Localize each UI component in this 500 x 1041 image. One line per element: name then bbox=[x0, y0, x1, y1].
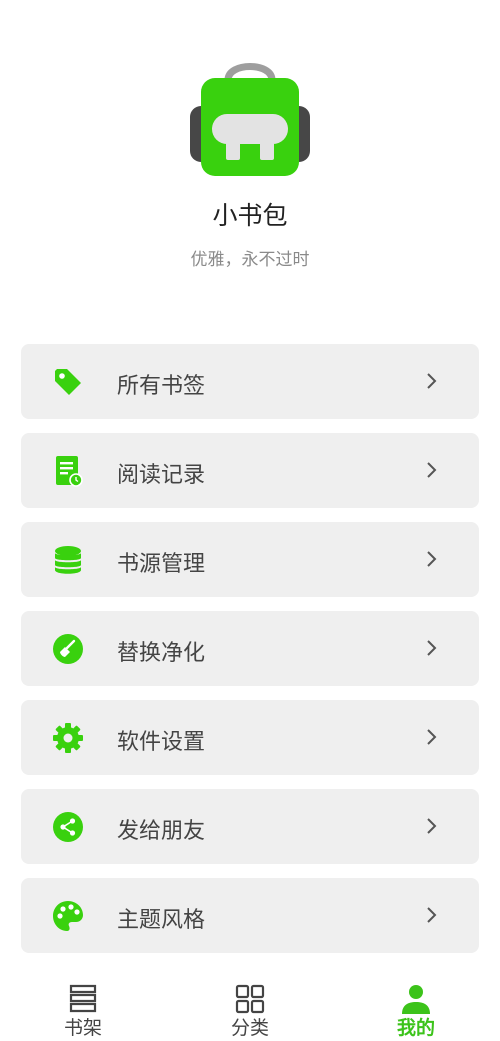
reading-history-icon bbox=[52, 455, 84, 487]
bookshelf-icon bbox=[69, 984, 97, 1013]
menu-item-label: 主题风格 bbox=[117, 908, 206, 933]
chevron-right-icon bbox=[427, 729, 437, 745]
menu-item-book-sources[interactable]: 书源管理 bbox=[21, 522, 479, 597]
menu-item-bookmarks[interactable]: 所有书签 bbox=[21, 344, 479, 419]
menu-item-label: 所有书签 bbox=[117, 374, 206, 399]
chevron-right-icon bbox=[427, 551, 437, 567]
chevron-right-icon bbox=[427, 818, 437, 834]
menu-item-label: 书源管理 bbox=[117, 552, 206, 577]
chevron-right-icon bbox=[427, 640, 437, 656]
bookmark-tag-icon bbox=[52, 366, 84, 398]
grid-icon bbox=[235, 984, 265, 1014]
menu-item-label: 阅读记录 bbox=[117, 463, 206, 488]
app-subtitle: 优雅，永不过时 bbox=[190, 250, 310, 270]
nav-tab-mine[interactable]: 我的 bbox=[356, 975, 476, 1041]
menu-item-label: 软件设置 bbox=[117, 730, 206, 755]
gear-icon bbox=[52, 722, 84, 754]
app-title: 小书包 bbox=[212, 201, 288, 230]
palette-icon bbox=[52, 900, 84, 932]
nav-tab-label: 书架 bbox=[63, 1017, 102, 1039]
menu-item-replace-purify[interactable]: 替换净化 bbox=[21, 611, 479, 686]
nav-tab-label: 我的 bbox=[396, 1017, 435, 1039]
menu-item-reading-history[interactable]: 阅读记录 bbox=[21, 433, 479, 508]
nav-tab-bookshelf[interactable]: 书架 bbox=[23, 975, 143, 1041]
menu-item-theme[interactable]: 主题风格 bbox=[21, 878, 479, 953]
chevron-right-icon bbox=[427, 462, 437, 478]
database-icon bbox=[52, 544, 84, 576]
menu-item-share[interactable]: 发给朋友 bbox=[21, 789, 479, 864]
menu-item-label: 发给朋友 bbox=[117, 819, 206, 844]
broom-icon bbox=[52, 633, 84, 665]
nav-tab-category[interactable]: 分类 bbox=[190, 975, 310, 1041]
bottom-nav: 书架 分类 我的 bbox=[0, 975, 500, 1041]
chevron-right-icon bbox=[427, 373, 437, 389]
chevron-right-icon bbox=[427, 907, 437, 923]
app-logo bbox=[190, 63, 310, 176]
menu-item-settings[interactable]: 软件设置 bbox=[21, 700, 479, 775]
person-icon bbox=[402, 985, 430, 1014]
menu-list: 所有书签 阅读记录 书源管理 替换净化 软件设置 发给朋友 主题风格 bbox=[21, 344, 479, 967]
share-icon bbox=[52, 811, 84, 843]
menu-item-label: 替换净化 bbox=[117, 641, 206, 666]
nav-tab-label: 分类 bbox=[230, 1017, 269, 1039]
